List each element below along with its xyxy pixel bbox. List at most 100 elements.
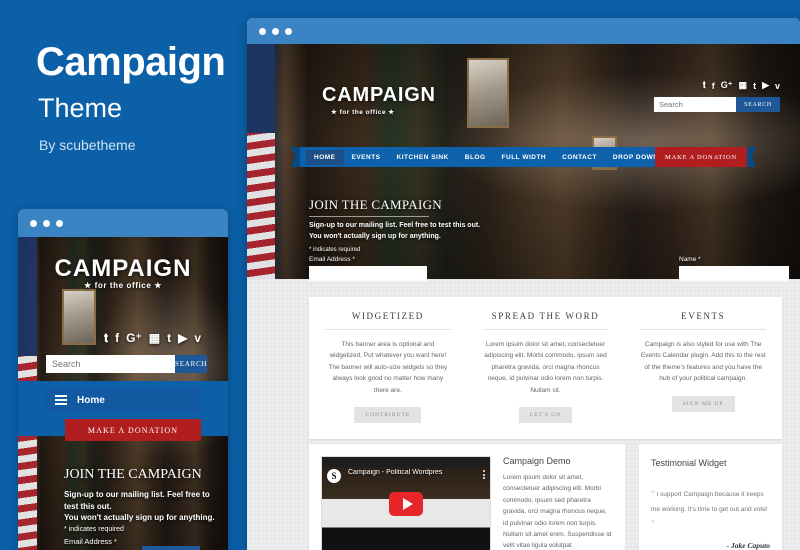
mobile-window-chrome [18,209,228,237]
facebook-icon[interactable]: f [712,81,715,91]
donate-button[interactable]: MAKE A DONATION [655,147,747,167]
testimonial-quote: “ I support Campaign because it keeps me… [651,486,770,533]
promo-title: Campaign [36,40,226,84]
quote-open-icon: “ [651,489,655,498]
us-flag [247,44,275,279]
hero-subtitle-mobile: Sign-up to our mailing list. Feel free t… [64,489,218,524]
widget-title: EVENTS [640,311,767,330]
window-dot-close[interactable] [259,27,266,35]
site-logo-mobile: CAMPAIGN [54,255,192,282]
lower-content: S Campaign - Political Wordpres Campaign… [309,444,782,550]
nav-item-full-width[interactable]: FULL WIDTH [494,150,555,165]
desktop-preview-window: CAMPAIGN ★ for the office ★ 𝐭 f G⁺ ▦ t ▶… [247,18,800,550]
video-browser-bar [322,457,490,467]
mobile-menu-toggle[interactable]: Home [46,387,201,413]
window-dot-minimize[interactable] [272,27,279,35]
social-links: 𝐭 f G⁺ ▦ t ▶ v [703,80,780,91]
hero-title: JOIN THE CAMPAIGN [309,197,442,212]
search-button[interactable]: SEARCH [736,97,780,112]
post-card: S Campaign - Political Wordpres Campaign… [309,444,625,550]
quote-close-icon: ” [651,519,655,529]
window-dot-close[interactable] [30,219,37,227]
email-input[interactable] [309,266,427,281]
play-button-icon[interactable] [389,492,423,516]
required-note-mobile: * indicates required [64,526,124,533]
widget-title: SPREAD THE WORD [482,311,609,330]
subscribe-button-mobile[interactable]: SUBSCRIBE [142,546,200,550]
hero-sub-line2: You won't actually sign up for anything. [309,233,441,241]
flickr-icon[interactable]: ▦ [149,332,160,344]
youtube-icon[interactable]: ▶ [178,332,187,344]
nav-item-events[interactable]: EVENTS [344,150,389,165]
page-content: WIDGETIZED This banner area is optional … [247,279,800,550]
search-form-mobile: SEARCH [46,355,208,373]
widget-row: WIDGETIZED This banner area is optional … [309,297,782,439]
flickr-icon[interactable]: ▦ [739,80,748,91]
twitter-icon[interactable]: 𝐭 [703,80,706,91]
nav-item-home[interactable]: HOME [306,149,344,165]
hero-sub-line2-mobile: test this out. [64,501,112,511]
contribute-button[interactable]: CONTRIBUTE [354,406,422,423]
testimonial-title: Testimonial Widget [651,458,727,468]
window-dot-maximize[interactable] [285,27,292,35]
desktop-window-chrome [247,18,800,44]
search-form: SEARCH [654,97,780,112]
video-channel-avatar: S [327,469,341,483]
donate-button-mobile[interactable]: MAKE A DONATION [65,419,201,441]
hero-sub-line1: Sign-up to our mailing list. Feel free t… [309,222,481,229]
googleplus-icon[interactable]: G⁺ [126,332,142,344]
portrait-frame-mobile [62,289,96,345]
mobile-viewport: CAMPAIGN ★ for the office ★ 𝐭 f G⁺ ▦ t ▶… [18,237,228,550]
testimonial-author: - Jake Caputo [726,541,770,550]
tumblr-icon[interactable]: t [753,81,756,91]
vimeo-icon[interactable]: v [775,81,780,91]
hero-sub-line1-mobile: Sign-up to our mailing list. Feel free t… [64,490,210,499]
required-note: * indicates required [309,247,361,253]
testimonial-widget: Testimonial Widget “ I support Campaign … [639,444,782,550]
hamburger-icon[interactable] [55,395,67,405]
widget-text: This banner area is optional and widgeti… [328,341,448,394]
portrait-frame [467,58,509,128]
nav-item-kitchen-sink[interactable]: KITCHEN SINK [389,150,457,165]
primary-nav: HOME EVENTS KITCHEN SINK BLOG FULL WIDTH… [300,147,747,167]
nav-item-blog[interactable]: BLOG [457,150,494,165]
social-links-mobile: 𝐭 f G⁺ ▦ t ▶ v [104,332,201,344]
name-input[interactable] [679,266,789,281]
site-tagline: ★ for the office ★ [331,109,395,116]
post-title: Campaign Demo [503,456,571,466]
hero-divider [309,216,429,217]
twitter-icon[interactable]: 𝐭 [104,332,108,344]
hero-sub-line3-mobile: You won't actually sign up for anything. [64,513,215,523]
lets-go-button[interactable]: LET'S GO [518,406,573,423]
promo-subtitle: Theme [38,93,123,123]
widget-text: Campaign is also styled for use with The… [640,341,766,383]
testimonial-quote-text: I support Campaign because it keeps me w… [651,491,768,513]
widget-text: Lorem ipsum dolor sit amet, consectetuer… [484,341,607,394]
youtube-icon[interactable]: ▶ [762,80,769,91]
search-input[interactable] [654,97,736,112]
nav-item-contact[interactable]: CONTACT [554,150,605,165]
widget-column-spread-the-word: SPREAD THE WORD Lorem ipsum dolor sit am… [467,311,625,423]
promo-author: By scubetheme [39,137,136,153]
name-label: Name * [679,256,701,263]
sign-me-up-button[interactable]: SIGN ME UP [671,395,735,412]
search-input-mobile[interactable] [46,355,175,373]
widget-column-widgetized: WIDGETIZED This banner area is optional … [309,311,467,423]
post-text: Lorem ipsum dolor sit amet, consectetuer… [503,474,612,550]
window-dot-maximize[interactable] [56,219,63,227]
video-embed[interactable]: S Campaign - Political Wordpres [321,456,491,550]
mobile-menu-label: Home [77,394,105,406]
search-button-mobile[interactable]: SEARCH [175,355,208,373]
widget-column-events: EVENTS Campaign is also styled for use w… [624,311,782,423]
vimeo-icon[interactable]: v [194,332,201,344]
video-menu-icon[interactable] [483,470,485,479]
facebook-icon[interactable]: f [115,332,119,344]
widget-title: WIDGETIZED [325,311,451,330]
tumblr-icon[interactable]: t [167,332,171,344]
googleplus-icon[interactable]: G⁺ [721,80,733,91]
mobile-preview-window: CAMPAIGN ★ for the office ★ 𝐭 f G⁺ ▦ t ▶… [18,209,228,550]
primary-nav-wrapper: HOME EVENTS KITCHEN SINK BLOG FULL WIDTH… [300,147,747,167]
window-dot-minimize[interactable] [43,219,50,227]
email-label: Email Address * [309,256,355,263]
hero-title-mobile: JOIN THE CAMPAIGN [64,467,202,482]
